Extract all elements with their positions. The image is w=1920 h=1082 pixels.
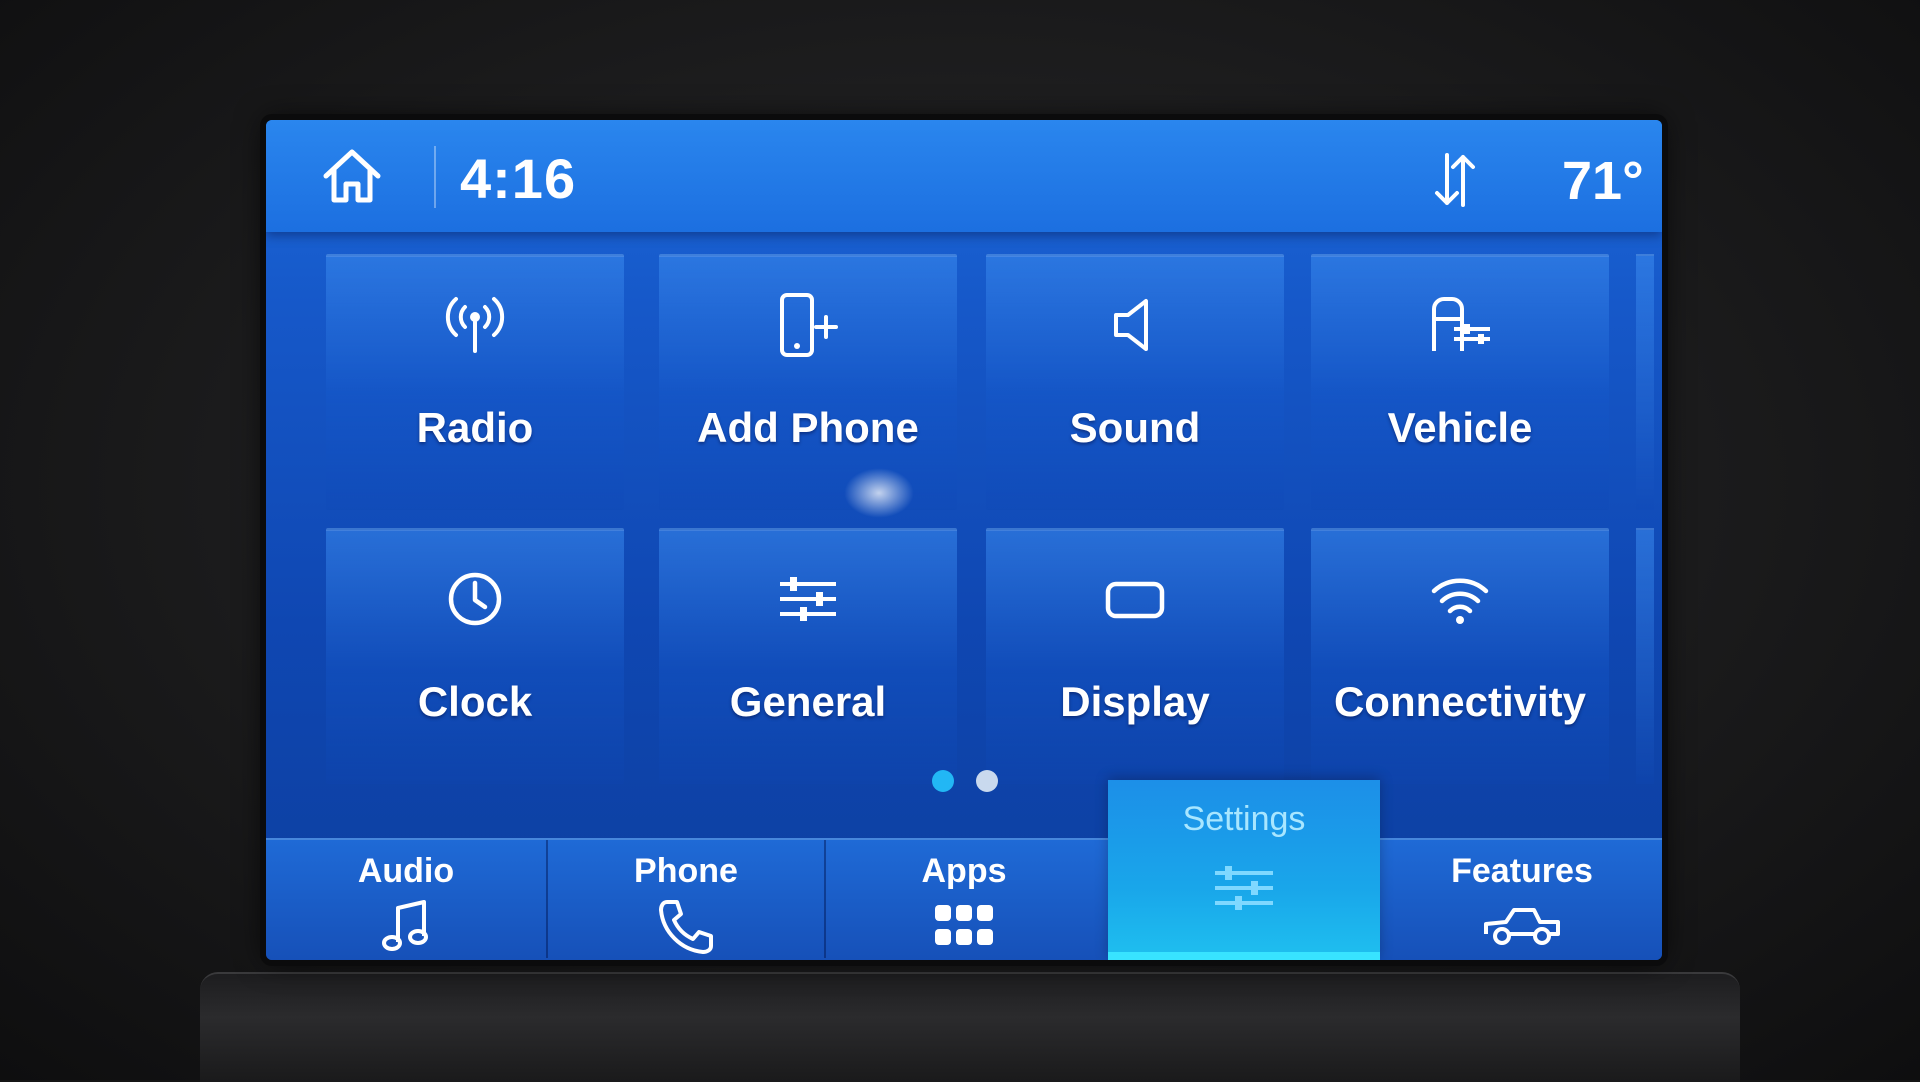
nav-label: Audio <box>357 852 455 890</box>
nav-apps[interactable]: Apps <box>826 838 1102 960</box>
tile-label: Connectivity <box>1333 678 1587 725</box>
page-dot-2[interactable] <box>976 770 998 792</box>
nav-phone[interactable]: Phone <box>548 838 824 960</box>
tile-add-phone[interactable]: Add Phone <box>659 254 957 510</box>
tile-label: Add Phone <box>697 404 919 451</box>
radio-antenna-icon <box>445 297 505 353</box>
wifi-icon <box>1431 578 1489 624</box>
tile-radio[interactable]: Radio <box>326 254 624 510</box>
status-divider <box>434 146 436 208</box>
apps-grid-icon <box>935 905 993 945</box>
add-phone-icon <box>780 293 838 357</box>
truck-icon <box>1484 908 1560 945</box>
nav-audio[interactable]: Audio <box>266 838 546 960</box>
nav-label: Apps <box>921 852 1007 890</box>
screen-glare <box>844 468 914 518</box>
sort-arrows-icon <box>1435 153 1475 207</box>
sliders-icon <box>780 577 836 621</box>
nav-settings[interactable]: Settings <box>1108 780 1380 960</box>
nav-label: Phone <box>634 852 738 890</box>
home-button[interactable] <box>316 142 388 210</box>
next-page-tile-peek <box>1636 254 1654 510</box>
nav-label: Features <box>1451 852 1593 890</box>
tile-label: Clock <box>417 678 533 725</box>
clock-icon <box>448 572 502 626</box>
status-bar: 4:16 71° <box>266 120 1662 232</box>
active-tab-indicator <box>1108 952 1380 960</box>
tile-display[interactable]: Display <box>986 528 1284 784</box>
vehicle-settings-icon <box>1432 297 1490 351</box>
music-note-icon <box>382 900 428 951</box>
infotainment-screen: 4:16 71° Radio Add Phone Sound Vehicle C… <box>266 120 1662 960</box>
tile-connectivity[interactable]: Connectivity <box>1311 528 1609 784</box>
tile-label: Vehicle <box>1387 404 1533 451</box>
tile-label: Sound <box>1069 404 1201 451</box>
next-page-tile-peek <box>1636 528 1654 784</box>
tile-general[interactable]: General <box>659 528 957 784</box>
tile-sound[interactable]: Sound <box>986 254 1284 510</box>
tile-vehicle[interactable]: Vehicle <box>1311 254 1609 510</box>
page-indicator <box>932 770 998 792</box>
tile-label: General <box>729 678 887 725</box>
home-icon <box>323 149 381 203</box>
tile-clock[interactable]: Clock <box>326 528 624 784</box>
display-icon <box>1105 581 1165 619</box>
phone-icon <box>659 900 713 954</box>
nav-features[interactable]: Features <box>1382 838 1662 960</box>
outside-temperature: 71° <box>1562 151 1644 211</box>
settings-sliders-icon <box>1215 866 1273 910</box>
nav-label: Settings <box>1182 800 1306 838</box>
speaker-icon <box>1114 299 1148 351</box>
dashboard-lower-trim <box>200 972 1740 1082</box>
tile-label: Display <box>1060 678 1210 725</box>
page-dot-1[interactable] <box>932 770 954 792</box>
sort-button[interactable] <box>1430 150 1480 210</box>
tile-label: Radio <box>416 404 534 451</box>
clock-time: 4:16 <box>460 147 577 210</box>
